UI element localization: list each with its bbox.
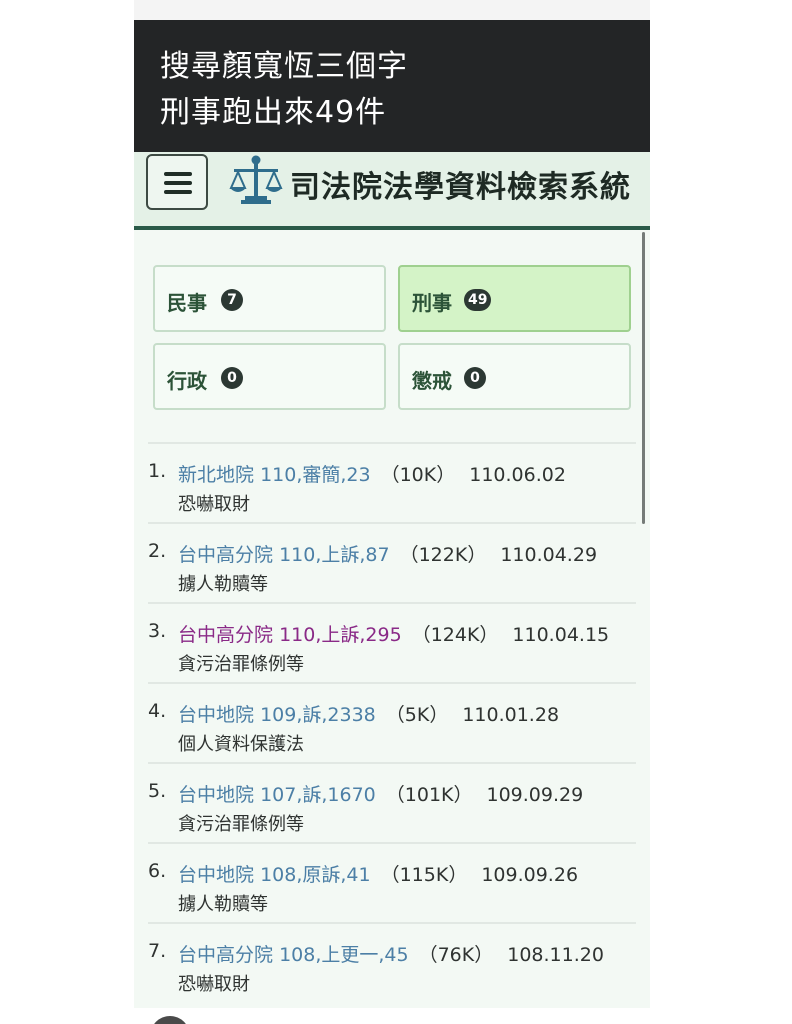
category-label: 行政: [167, 369, 207, 393]
result-court: 台中高分院: [178, 624, 274, 646]
result-row: 7. 台中高分院 108,上更一,45 （76K） 108.11.20 恐嚇取財: [148, 922, 636, 1002]
scrollbar[interactable]: [642, 232, 645, 524]
result-court: 台中高分院: [178, 944, 274, 966]
site-title: 司法院法學資料檢索系統: [290, 170, 631, 205]
result-link[interactable]: 台中地院 107,訴,1670: [178, 784, 376, 806]
site-header: 司法院法學資料檢索系統: [134, 152, 650, 230]
screenshot-page: 搜尋顏寬恆三個字 刑事跑出來49件 司法院法學資料檢索系統 民事 7 刑事 49…: [0, 0, 792, 1024]
caption-line-1: 搜尋顏寬恆三個字: [160, 49, 408, 84]
result-number: 3.: [148, 620, 167, 642]
count-badge: 7: [221, 289, 243, 311]
result-date: 110.06.02: [469, 464, 566, 486]
caption-overlay: 搜尋顏寬恆三個字 刑事跑出來49件: [134, 20, 650, 152]
result-case: 108,原訴,41: [260, 864, 371, 886]
category-administrative[interactable]: 行政 0: [153, 343, 386, 410]
count-badge: 0: [221, 367, 243, 389]
result-number: 4.: [148, 700, 167, 722]
result-size: （124K）: [411, 624, 499, 646]
result-link[interactable]: 台中地院 109,訴,2338: [178, 704, 376, 726]
result-court: 台中高分院: [178, 544, 274, 566]
result-case: 110,上訴,295: [279, 624, 402, 646]
result-size: （122K）: [399, 544, 487, 566]
category-label: 刑事: [412, 291, 452, 315]
result-court: 新北地院: [178, 464, 255, 486]
category-civil[interactable]: 民事 7: [153, 265, 386, 332]
category-label: 懲戒: [412, 369, 452, 393]
result-case: 110,審簡,23: [260, 464, 371, 486]
result-number: 2.: [148, 540, 167, 562]
result-subject: 擄人勒贖等: [178, 894, 268, 915]
result-row: 3. 台中高分院 110,上訴,295 （124K） 110.04.15 貪污治罪條…: [148, 602, 636, 682]
result-case: 107,訴,1670: [260, 784, 376, 806]
category-disciplinary[interactable]: 懲戒 0: [398, 343, 631, 410]
result-row: 1. 新北地院 110,審簡,23 （10K） 110.06.02 恐嚇取財: [148, 442, 636, 522]
count-badge: 49: [464, 289, 492, 311]
caption-line-2: 刑事跑出來49件: [160, 95, 387, 130]
result-subject: 貪污治罪條例等: [178, 814, 304, 835]
result-case: 108,上更一,45: [279, 944, 409, 966]
result-case: 109,訴,2338: [260, 704, 376, 726]
result-size: （101K）: [385, 784, 473, 806]
result-number: 5.: [148, 780, 167, 802]
result-date: 110.04.29: [500, 544, 598, 566]
hamburger-menu-icon[interactable]: [146, 154, 208, 210]
result-size: （5K）: [385, 704, 449, 726]
result-date: 108.11.20: [507, 944, 604, 966]
result-link[interactable]: 台中高分院 110,上訴,87: [178, 544, 390, 566]
result-date: 109.09.26: [481, 864, 579, 886]
result-court: 台中地院: [178, 784, 255, 806]
result-court: 台中地院: [178, 864, 255, 886]
result-size: （10K）: [380, 464, 456, 486]
result-link[interactable]: 新北地院 110,審簡,23: [178, 464, 371, 486]
result-subject: 個人資料保護法: [178, 734, 304, 755]
result-number: 1.: [148, 460, 167, 482]
result-number: 6.: [148, 860, 167, 882]
result-row: 5. 台中地院 107,訴,1670 （101K） 109.09.29 貪污治罪條例…: [148, 762, 636, 842]
result-subject: 貪污治罪條例等: [178, 654, 304, 675]
result-link[interactable]: 台中高分院 110,上訴,295: [178, 624, 402, 646]
result-row: 2. 台中高分院 110,上訴,87 （122K） 110.04.29 擄人勒贖等: [148, 522, 636, 602]
result-court: 台中地院: [178, 704, 255, 726]
result-date: 109.09.29: [486, 784, 584, 806]
result-size: （115K）: [380, 864, 468, 886]
result-date: 110.04.15: [512, 624, 610, 646]
results-list: 1. 新北地院 110,審簡,23 （10K） 110.06.02 恐嚇取財 2. …: [148, 442, 636, 1002]
result-case: 110,上訴,87: [279, 544, 390, 566]
result-number: 7.: [148, 940, 167, 962]
result-row: 4. 台中地院 109,訴,2338 （5K） 110.01.28 個人資料保護法: [148, 682, 636, 762]
result-subject: 擄人勒贖等: [178, 574, 268, 595]
category-label: 民事: [167, 291, 207, 315]
result-row: 6. 台中地院 108,原訴,41 （115K） 109.09.26 擄人勒贖等: [148, 842, 636, 922]
result-subject: 恐嚇取財: [178, 494, 250, 515]
result-subject: 恐嚇取財: [178, 974, 250, 995]
result-link[interactable]: 台中高分院 108,上更一,45: [178, 944, 409, 966]
scales-of-justice-icon: [229, 155, 283, 204]
top-strip: [134, 0, 650, 21]
result-date: 110.01.28: [462, 704, 560, 726]
result-size: （76K）: [418, 944, 494, 966]
count-badge: 0: [464, 367, 486, 389]
avatar: [150, 1016, 190, 1024]
result-link[interactable]: 台中地院 108,原訴,41: [178, 864, 371, 886]
phone-screen: 搜尋顏寬恆三個字 刑事跑出來49件 司法院法學資料檢索系統 民事 7 刑事 49…: [134, 0, 650, 1008]
category-criminal[interactable]: 刑事 49: [398, 265, 631, 332]
